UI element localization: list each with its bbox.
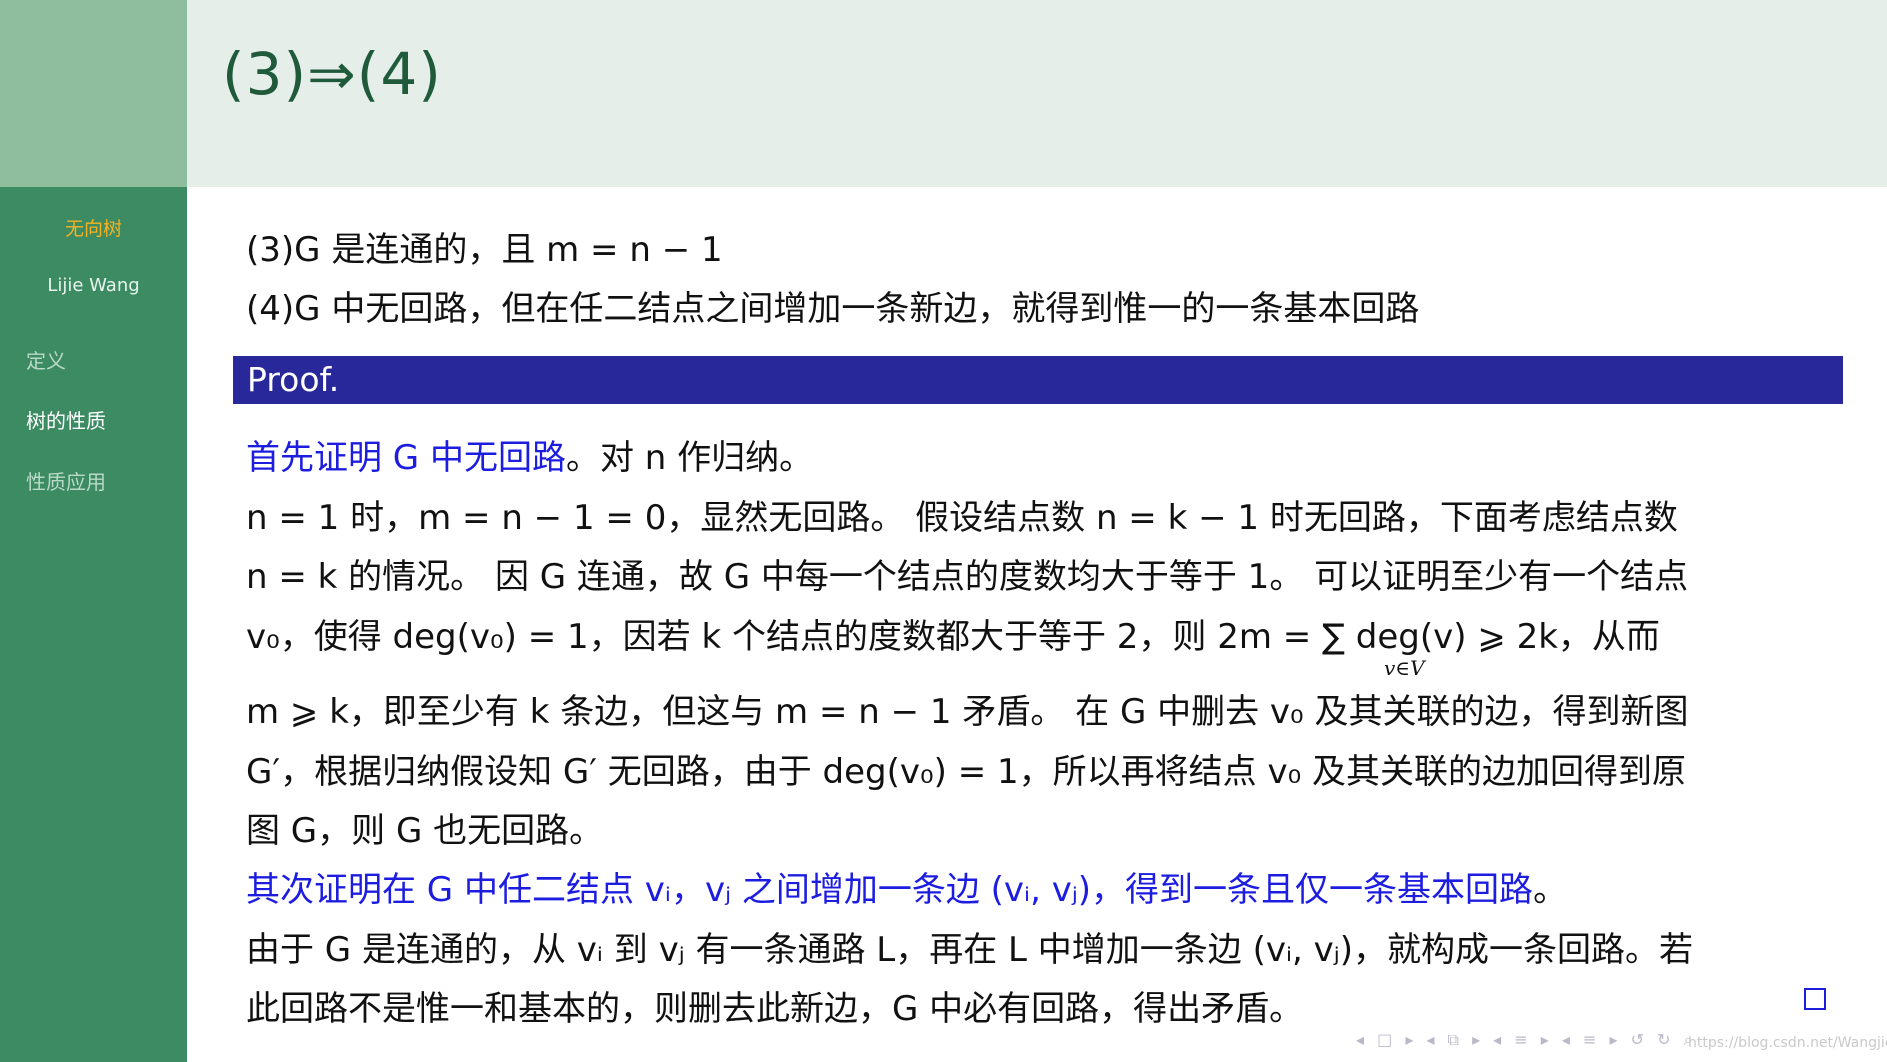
proof-line-10: 此回路不是惟一和基本的，则删去此新边，G 中必有回路，得出矛盾。 (246, 989, 1304, 1029)
proof-line-1-highlight: 首先证明 G 中无回路 (246, 438, 566, 478)
proof-line-7: 图 G，则 G 也无回路。 (246, 811, 604, 851)
proof-line-4: v₀，使得 deg(v₀) = 1，因若 k 个结点的度数都大于等于 2，则 2… (246, 617, 1660, 657)
sidebar-item-tree-properties[interactable]: 树的性质 (26, 405, 106, 434)
sidebar (0, 187, 187, 1062)
sidebar-top-panel (0, 0, 187, 187)
statement-3: (3)G 是连通的，且 m = n − 1 (246, 230, 723, 270)
sidebar-author: Lijie Wang (47, 275, 140, 296)
proof-line-6: G′，根据归纳假设知 G′ 无回路，由于 deg(v₀) = 1，所以再将结点 … (246, 752, 1687, 792)
sum-subscript: v∈V (1384, 656, 1425, 680)
statement-4: (4)G 中无回路，但在任二结点之间增加一条新边，就得到惟一的一条基本回路 (246, 289, 1420, 329)
slide-header (187, 0, 1887, 187)
proof-label: Proof. (247, 360, 340, 399)
proof-line-5: m ⩾ k，即至少有 k 条边，但这与 m = n − 1 矛盾。 在 G 中删… (246, 692, 1689, 732)
slide-title: (3)⇒(4) (222, 40, 442, 108)
sidebar-section-title[interactable]: 无向树 (0, 214, 187, 241)
qed-icon (1804, 988, 1826, 1010)
proof-line-1: 首先证明 G 中无回路。对 n 作归纳。 (246, 430, 813, 479)
proof-line-8-rest: 。 (1533, 870, 1568, 910)
proof-line-1-rest: 。对 n 作归纳。 (565, 438, 814, 478)
sidebar-item-definition[interactable]: 定义 (26, 345, 66, 374)
proof-header: Proof. (233, 356, 1843, 404)
proof-line-8-highlight: 其次证明在 G 中任二结点 vᵢ，vⱼ 之间增加一条边 (vᵢ, vⱼ)，得到一… (246, 870, 1534, 910)
watermark: https://blog.csdn.net/Wangjie... (1688, 1035, 1887, 1051)
proof-line-9: 由于 G 是连通的，从 vᵢ 到 vⱼ 有一条通路 L，再在 L 中增加一条边 … (246, 930, 1693, 970)
beamer-navigation[interactable]: ◂ □ ▸ ◂ ⧉ ▸ ◂ ≡ ▸ ◂ ≡ ▸ ↺ ↻ ⌕ (1356, 1030, 1697, 1050)
proof-line-3: n = k 的情况。 因 G 连通，故 G 中每一个结点的度数均大于等于 1。 … (246, 557, 1689, 597)
proof-line-8: 其次证明在 G 中任二结点 vᵢ，vⱼ 之间增加一条边 (vᵢ, vⱼ)，得到一… (246, 862, 1567, 911)
sidebar-item-applications[interactable]: 性质应用 (26, 466, 106, 495)
proof-line-2: n = 1 时，m = n − 1 = 0，显然无回路。 假设结点数 n = k… (246, 498, 1678, 538)
